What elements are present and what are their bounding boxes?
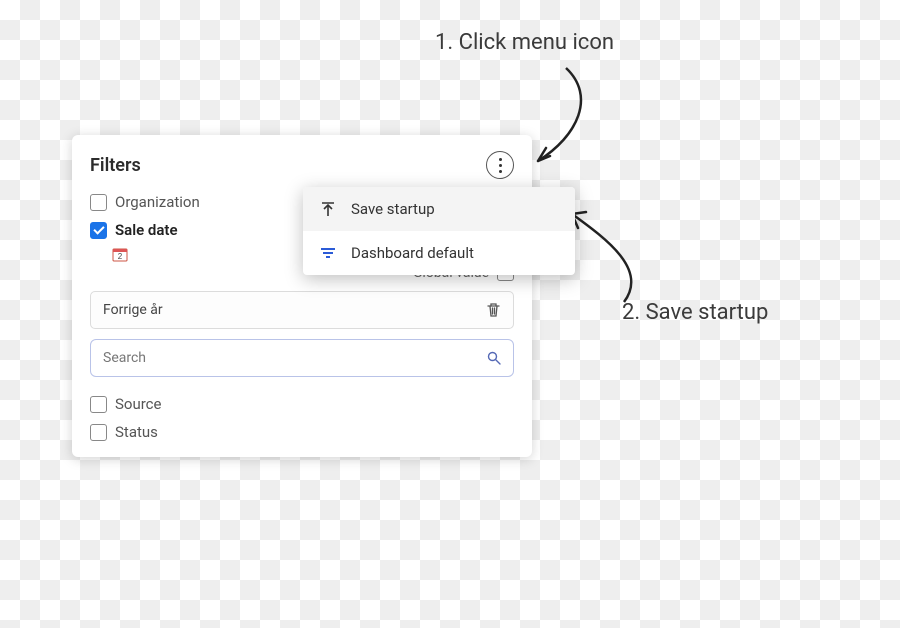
filter-lines-icon — [319, 244, 337, 262]
annotation-step1: 1. Click menu icon — [435, 30, 614, 55]
checkbox-status[interactable] — [90, 424, 107, 441]
search-placeholder: Search — [103, 350, 146, 366]
panel-menu-dropdown: Save startup Dashboard default — [303, 187, 575, 275]
filter-label-source: Source — [115, 395, 161, 413]
filters-panel-header: Filters — [90, 151, 514, 179]
checkbox-organization[interactable] — [90, 194, 107, 211]
checkbox-source[interactable] — [90, 396, 107, 413]
menu-item-save-startup[interactable]: Save startup — [303, 187, 575, 231]
filter-label-organization: Organization — [115, 193, 200, 211]
annotation-arrow-1 — [528, 56, 648, 176]
filter-row-status[interactable]: Status — [90, 423, 514, 441]
delete-icon[interactable] — [486, 302, 501, 318]
search-icon — [487, 351, 501, 365]
filter-label-status: Status — [115, 423, 158, 441]
filters-panel: Filters Organization Sale date 2 Global … — [72, 135, 532, 457]
sale-date-chip[interactable]: Forrige år — [90, 291, 514, 329]
filters-title: Filters — [90, 155, 141, 176]
annotation-arrow-2 — [568, 200, 698, 330]
menu-item-label: Dashboard default — [351, 244, 474, 262]
svg-text:2: 2 — [118, 252, 123, 261]
checkbox-sale-date[interactable] — [90, 222, 107, 239]
filter-label-sale-date: Sale date — [115, 221, 178, 239]
menu-item-dashboard-default[interactable]: Dashboard default — [303, 231, 575, 275]
filter-row-source[interactable]: Source — [90, 395, 514, 413]
upload-icon — [319, 200, 337, 218]
menu-item-label: Save startup — [351, 200, 435, 218]
calendar-icon: 2 — [112, 246, 128, 262]
search-input[interactable]: Search — [90, 339, 514, 377]
panel-menu-button[interactable] — [486, 151, 514, 179]
sale-date-chip-value: Forrige år — [103, 302, 163, 318]
